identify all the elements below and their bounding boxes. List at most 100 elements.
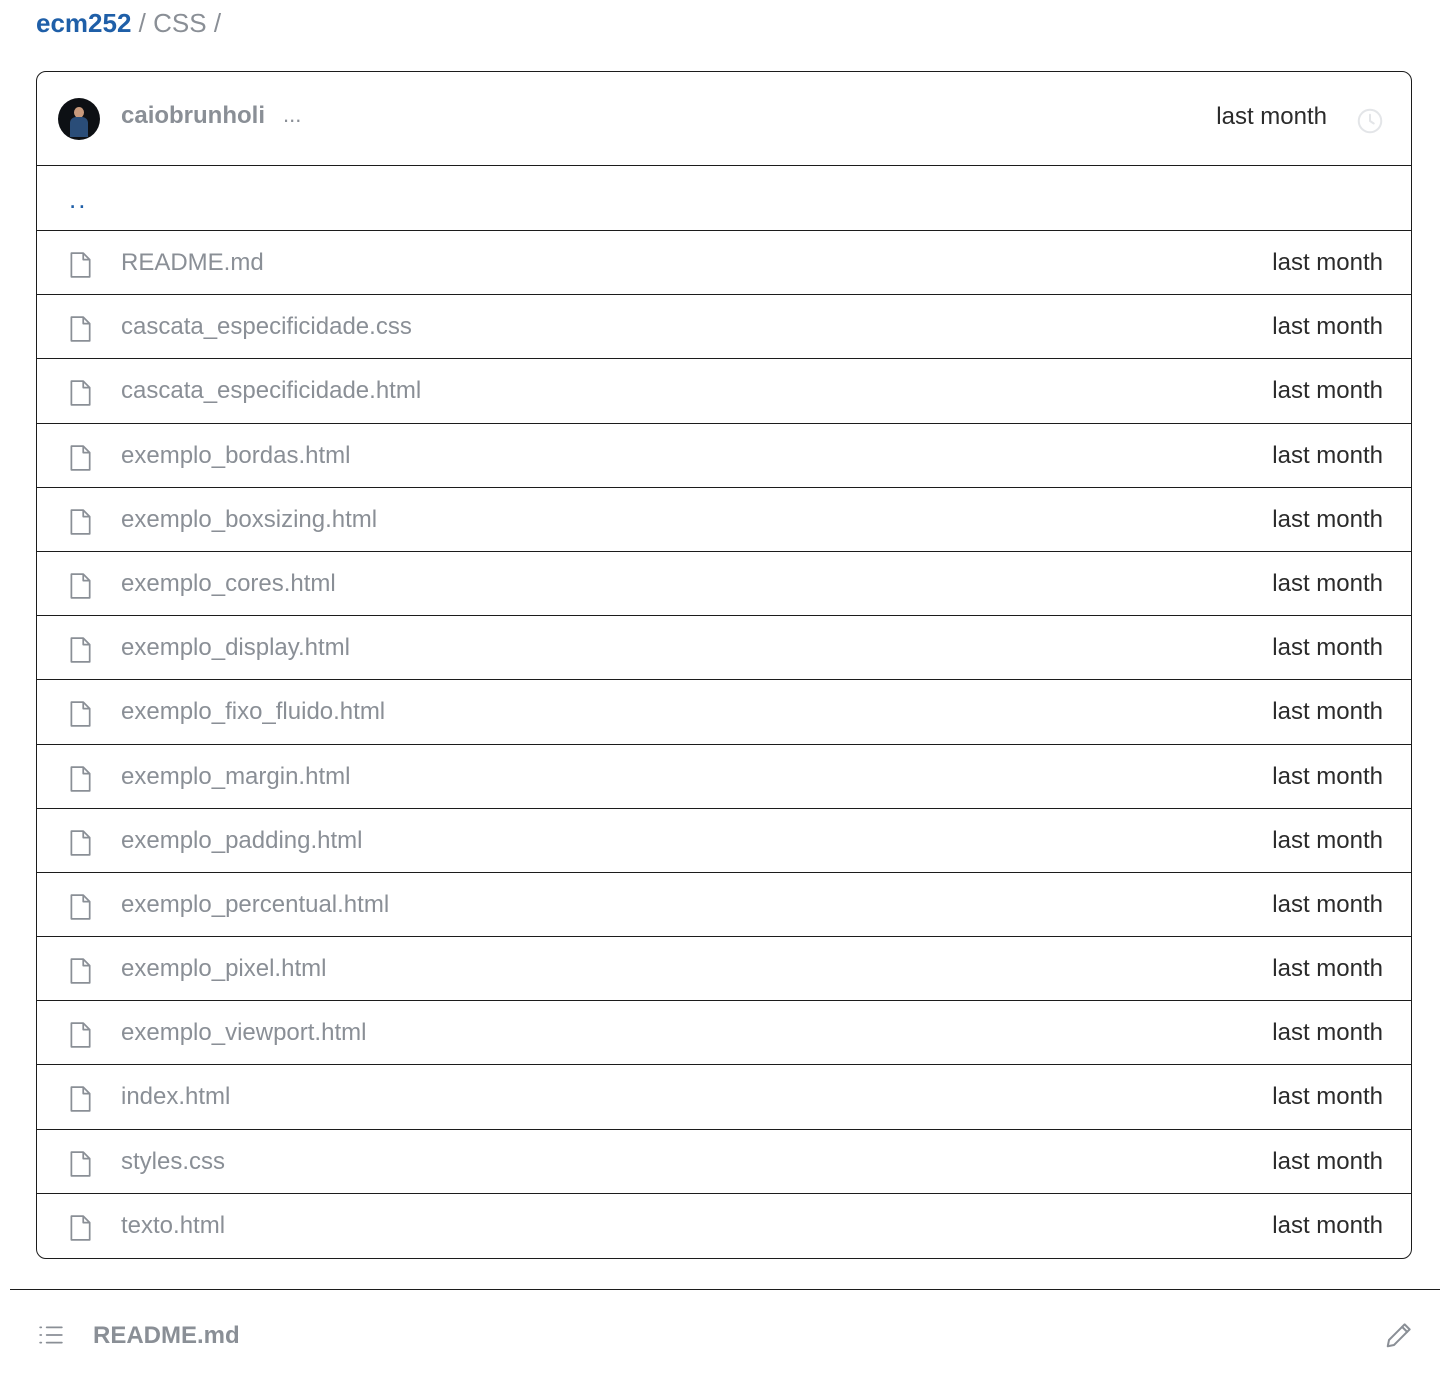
file-name-link[interactable]: texto.html	[121, 1212, 225, 1240]
file-row[interactable]: exemplo_pixel.html last month	[37, 937, 1411, 1002]
file-commit-time: last month	[1272, 1147, 1383, 1175]
avatar-body-shape	[70, 117, 88, 137]
section-divider	[10, 1289, 1440, 1290]
file-name-link[interactable]: exemplo_display.html	[121, 634, 350, 662]
parent-directory-link[interactable]: ..	[69, 184, 87, 215]
file-icon	[67, 444, 93, 472]
file-icon	[67, 1021, 93, 1049]
file-icon-graphic	[70, 316, 91, 342]
file-icon-graphic	[70, 894, 91, 920]
file-commit-time: last month	[1272, 826, 1383, 854]
file-icon	[67, 572, 93, 600]
file-commit-time: last month	[1272, 698, 1383, 726]
file-name-link[interactable]: README.md	[121, 249, 264, 277]
file-row[interactable]: exemplo_cores.html last month	[37, 552, 1411, 617]
file-row[interactable]: exemplo_bordas.html last month	[37, 424, 1411, 488]
readme-title: README.md	[93, 1322, 240, 1349]
file-commit-time: last month	[1272, 1211, 1383, 1239]
file-commit-time: last month	[1272, 505, 1383, 533]
breadcrumb: ecm252 / CSS /	[36, 6, 221, 40]
file-icon	[67, 1214, 93, 1242]
file-list: caiobrunholi ... last month .. README.md…	[36, 71, 1412, 1259]
file-icon	[67, 251, 93, 279]
pencil-icon[interactable]	[1384, 1320, 1414, 1350]
file-row[interactable]: exemplo_padding.html last month	[37, 809, 1411, 873]
file-name-link[interactable]: exemplo_percentual.html	[121, 891, 389, 919]
file-row[interactable]: texto.html last month	[37, 1194, 1411, 1258]
file-name-link[interactable]: styles.css	[121, 1148, 225, 1176]
file-name-link[interactable]: exemplo_boxsizing.html	[121, 506, 377, 534]
file-icon	[67, 1150, 93, 1178]
file-icon-graphic	[70, 1215, 91, 1241]
file-commit-time: last month	[1272, 313, 1383, 341]
file-icon-graphic	[70, 1150, 91, 1177]
file-commit-time: last month	[1272, 441, 1383, 469]
file-icon-graphic	[70, 701, 91, 728]
file-commit-time: last month	[1272, 377, 1383, 405]
file-name-link[interactable]: cascata_especificidade.html	[121, 377, 421, 405]
file-icon	[67, 957, 93, 985]
file-row[interactable]: exemplo_percentual.html last month	[37, 873, 1411, 938]
file-row[interactable]: index.html last month	[37, 1065, 1411, 1130]
file-commit-time: last month	[1272, 569, 1383, 597]
file-rows: README.md last month cascata_especificidad…	[37, 231, 1411, 1258]
file-icon	[67, 315, 93, 343]
file-row[interactable]: styles.css last month	[37, 1130, 1411, 1194]
file-name-link[interactable]: exemplo_fixo_fluido.html	[121, 698, 385, 726]
file-row[interactable]: cascata_especificidade.css last month	[37, 295, 1411, 360]
file-icon	[67, 379, 93, 407]
file-icon	[67, 829, 93, 857]
file-row[interactable]: README.md last month	[37, 231, 1411, 296]
file-name-link[interactable]: index.html	[121, 1083, 230, 1111]
file-icon	[67, 508, 93, 536]
file-row[interactable]: exemplo_fixo_fluido.html last month	[37, 680, 1411, 745]
file-name-link[interactable]: cascata_especificidade.css	[121, 313, 412, 341]
file-name-link[interactable]: exemplo_pixel.html	[121, 955, 326, 983]
breadcrumb-separator: /	[138, 8, 146, 38]
readme-header: README.md	[0, 1300, 1446, 1370]
file-row[interactable]: exemplo_margin.html last month	[37, 745, 1411, 809]
breadcrumb-current-dir: CSS	[153, 8, 207, 38]
commit-author-link[interactable]: caiobrunholi	[121, 102, 265, 130]
commit-message-expand-button[interactable]: ...	[283, 102, 301, 128]
latest-commit-row: caiobrunholi ... last month	[37, 72, 1411, 166]
file-name-link[interactable]: exemplo_margin.html	[121, 763, 350, 791]
file-icon-graphic	[70, 765, 91, 792]
file-commit-time: last month	[1272, 955, 1383, 983]
file-icon-graphic	[70, 1086, 91, 1113]
file-row[interactable]: exemplo_display.html last month	[37, 616, 1411, 681]
file-icon	[67, 636, 93, 664]
file-icon	[67, 700, 93, 728]
file-row[interactable]: exemplo_boxsizing.html last month	[37, 488, 1411, 552]
file-name-link[interactable]: exemplo_bordas.html	[121, 442, 350, 470]
list-icon[interactable]	[38, 1322, 64, 1348]
file-commit-time: last month	[1272, 249, 1383, 276]
file-icon-graphic	[70, 829, 91, 856]
breadcrumb-separator: /	[213, 8, 222, 38]
breadcrumb-repo-link[interactable]: ecm252	[36, 8, 131, 38]
file-icon-graphic	[70, 637, 91, 663]
file-icon-graphic	[70, 1022, 91, 1048]
file-icon-graphic	[70, 252, 91, 278]
file-icon-graphic	[70, 444, 91, 471]
file-name-link[interactable]: exemplo_padding.html	[121, 827, 363, 855]
history-icon[interactable]	[1355, 106, 1385, 136]
file-icon-graphic	[70, 573, 91, 599]
file-icon	[67, 765, 93, 793]
file-name-link[interactable]: exemplo_viewport.html	[121, 1019, 366, 1047]
file-commit-time: last month	[1272, 1019, 1383, 1047]
commit-time: last month	[1216, 103, 1327, 130]
file-commit-time: last month	[1272, 762, 1383, 790]
file-row[interactable]: exemplo_viewport.html last month	[37, 1001, 1411, 1066]
file-icon-graphic	[70, 380, 91, 407]
file-row[interactable]: cascata_especificidade.html last month	[37, 359, 1411, 424]
file-name-link[interactable]: exemplo_cores.html	[121, 570, 336, 598]
file-commit-time: last month	[1272, 634, 1383, 662]
file-icon	[67, 1085, 93, 1113]
file-commit-time: last month	[1272, 1083, 1383, 1111]
parent-directory-row[interactable]: ..	[37, 166, 1411, 231]
avatar[interactable]	[58, 98, 100, 140]
file-icon-graphic	[70, 509, 91, 535]
file-icon-graphic	[70, 958, 91, 984]
file-icon	[67, 893, 93, 921]
